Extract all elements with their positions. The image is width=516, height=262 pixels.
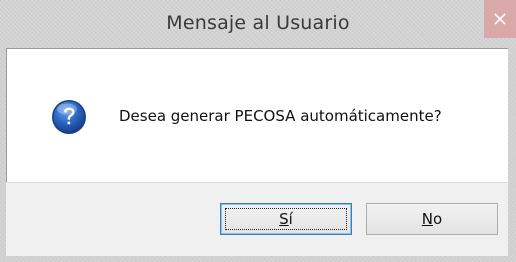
question-icon [52,100,86,134]
button-bar: Sí No [6,182,508,256]
message-dialog: Mensaje al Usuario Desea generar PECOSA … [0,0,516,262]
yes-button-mnemonic: S [279,210,289,228]
no-button-mnemonic: N [421,210,434,228]
yes-button-label-rest: í [288,210,293,228]
no-button[interactable]: No [366,203,498,235]
no-button-label-rest: o [433,210,443,228]
yes-button[interactable]: Sí [220,203,352,235]
dialog-title: Mensaje al Usuario [166,12,350,34]
close-icon [494,13,506,25]
window-frame-right [508,48,516,262]
message-text: Desea generar PECOSA automáticamente? [119,107,442,125]
window-frame-bottom [0,256,516,262]
close-button[interactable] [484,0,516,38]
title-bar[interactable]: Mensaje al Usuario [0,0,516,48]
message-area: Desea generar PECOSA automáticamente? [6,48,508,182]
